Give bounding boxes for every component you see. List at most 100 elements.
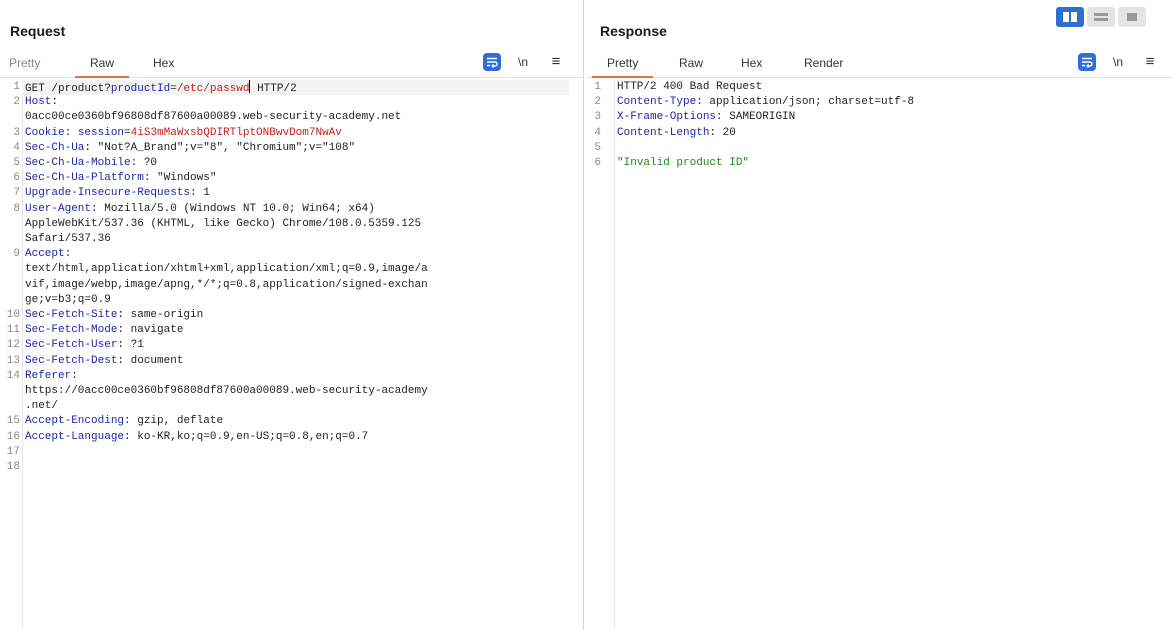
tab-response-raw[interactable]: Raw <box>679 56 703 78</box>
line-number: 1 <box>13 81 20 93</box>
tab-response-pretty[interactable]: Pretty <box>591 56 654 78</box>
header-name: Accept-Encoding <box>25 415 125 428</box>
layout-side-by-side-button[interactable] <box>1056 7 1084 27</box>
code-line: Referer: <box>25 369 569 384</box>
code-line: HTTP/2 400 Bad Request <box>617 80 1159 95</box>
code-line: Sec-Ch-Ua-Mobile: ?0 <box>25 156 569 171</box>
code-text: : <box>64 248 72 261</box>
code-text: : 1 <box>190 187 210 200</box>
code-line: Accept-Language: ko-KR,ko;q=0.9,en-US;q=… <box>25 430 569 445</box>
line-number: 7 <box>13 187 20 200</box>
code-text: : Mozilla/5.0 (Windows NT 10.0; Win64; x… <box>91 202 375 215</box>
header-name: Content-Length <box>617 126 710 139</box>
code-line: Cookie: session=4iS3mMaWxsbQDIRTlptONBwv… <box>25 126 569 141</box>
word-wrap-button[interactable] <box>1078 53 1096 71</box>
line-number: 11 <box>6 324 20 337</box>
columns-icon <box>1063 12 1077 22</box>
header-name: Sec-Fetch-User <box>25 339 118 352</box>
layout-tabs-button[interactable] <box>1118 7 1146 27</box>
code-line: Content-Type: application/json; charset=… <box>617 95 1159 110</box>
highlighted-value: 4iS3mMaWxsbQDIRTlptONBwvDom7NwAv <box>130 126 342 139</box>
line-number: 6 <box>594 157 601 169</box>
request-title: Request <box>10 23 66 39</box>
single-view-icon <box>1127 13 1137 21</box>
menu-icon[interactable]: ≡ <box>1142 53 1158 71</box>
tab-response-render[interactable]: Render <box>804 56 843 78</box>
code-text: : same-origin <box>117 309 204 321</box>
code-text: : 20 <box>709 126 736 139</box>
code-text: : <box>71 369 78 382</box>
layout-stacked-button[interactable] <box>1087 7 1115 27</box>
line-number: 3 <box>594 111 601 124</box>
header-name: Host <box>25 96 52 109</box>
code-line: Sec-Fetch-Dest: document <box>25 354 569 369</box>
header-name: Content-Type <box>617 96 697 109</box>
rows-icon <box>1094 13 1108 21</box>
line-number: 17 <box>6 445 20 458</box>
code-text: https://0acc00ce0360bf96808df87600a00089… <box>25 385 428 397</box>
code-text: = <box>170 83 177 95</box>
word-wrap-icon <box>487 57 498 68</box>
tab-response-hex[interactable]: Hex <box>741 56 762 78</box>
tab-request-raw[interactable]: Raw <box>74 56 130 78</box>
response-editor[interactable]: 1 HTTP/2 400 Bad Request 2 Content-Type: ap… <box>587 80 1173 630</box>
line-number: 4 <box>594 126 601 139</box>
line-number: 6 <box>13 172 20 185</box>
code-text: text/html,application/xhtml+xml,applicat… <box>25 263 428 276</box>
line-number: 16 <box>6 430 20 443</box>
word-wrap-button[interactable] <box>483 53 501 71</box>
code-text: : <box>64 126 78 139</box>
code-line: text/html,application/xhtml+xml,applicat… <box>25 262 569 277</box>
tab-request-hex[interactable]: Hex <box>153 56 174 78</box>
menu-icon[interactable]: ≡ <box>548 53 564 71</box>
header-name: User-Agent <box>25 202 92 215</box>
code-line: Accept-Encoding: gzip, deflate <box>25 414 569 429</box>
code-line: "Invalid product ID" <box>617 156 1159 171</box>
code-line: X-Frame-Options: SAMEORIGIN <box>617 110 1159 125</box>
line-number: 4 <box>13 141 20 154</box>
code-line: Safari/537.36 <box>25 232 569 247</box>
request-pane: Request Pretty Raw Hex \n ≡ 1 GET /produc… <box>0 0 583 630</box>
code-text: 0acc00ce0360bf96808df87600a00089.web-sec… <box>25 111 402 124</box>
line-number: 15 <box>6 415 20 428</box>
response-title: Response <box>600 23 667 39</box>
code-line: .net/ <box>25 399 569 414</box>
code-text: HTTP/2 <box>250 83 297 95</box>
code-text: : ko-KR,ko;q=0.9,en-US;q=0.8,en;q=0.7 <box>124 430 369 443</box>
code-line: Host: <box>25 95 569 110</box>
code-text: GET /product? <box>25 83 111 95</box>
code-line: Upgrade-Insecure-Requests: 1 <box>25 186 569 201</box>
gutter-rule <box>614 80 615 630</box>
line-number: 18 <box>6 461 20 473</box>
line-number: 3 <box>13 126 20 139</box>
tab-request-pretty[interactable]: Pretty <box>9 56 40 78</box>
code-line: AppleWebKit/537.36 (KHTML, like Gecko) C… <box>25 217 569 232</box>
code-line: Sec-Fetch-Site: same-origin <box>25 308 569 323</box>
code-text: : gzip, deflate <box>124 415 224 428</box>
highlighted-value: /etc/passwd <box>176 83 250 95</box>
line-number: 8 <box>13 202 20 215</box>
code-text: : <box>51 96 59 109</box>
code-text: ge;v=b3;q=0.9 <box>25 293 111 306</box>
code-line: Sec-Fetch-Mode: navigate <box>25 323 569 338</box>
header-name: Sec-Fetch-Mode <box>25 324 118 337</box>
header-name: Referer <box>25 369 72 382</box>
header-name: Sec-Ch-Ua-Mobile <box>25 157 131 169</box>
code-text: : "Not?A_Brand";v="8", "Chromium";v="108… <box>84 141 356 154</box>
header-name: Accept <box>25 248 65 261</box>
code-line: Sec-Ch-Ua-Platform: "Windows" <box>25 171 569 186</box>
show-newlines-button[interactable]: \n <box>1108 53 1128 71</box>
request-editor[interactable]: 1 GET /product?productId=/etc/passwd HTTP… <box>0 80 583 630</box>
param-name: productId <box>110 83 171 95</box>
layout-switch <box>1056 7 1146 27</box>
header-name: Sec-Fetch-Dest <box>25 354 118 367</box>
code-text: : ?1 <box>117 339 144 352</box>
code-text: : application/json; charset=utf-8 <box>696 96 915 109</box>
header-name: Cookie <box>25 126 65 139</box>
code-line: Sec-Fetch-User: ?1 <box>25 338 569 353</box>
show-newlines-button[interactable]: \n <box>513 53 533 71</box>
code-line: https://0acc00ce0360bf96808df87600a00089… <box>25 384 569 399</box>
code-text: AppleWebKit/537.36 (KHTML, like Gecko) C… <box>25 217 422 230</box>
code-line: ge;v=b3;q=0.9 <box>25 293 569 308</box>
line-number: 2 <box>594 96 601 109</box>
